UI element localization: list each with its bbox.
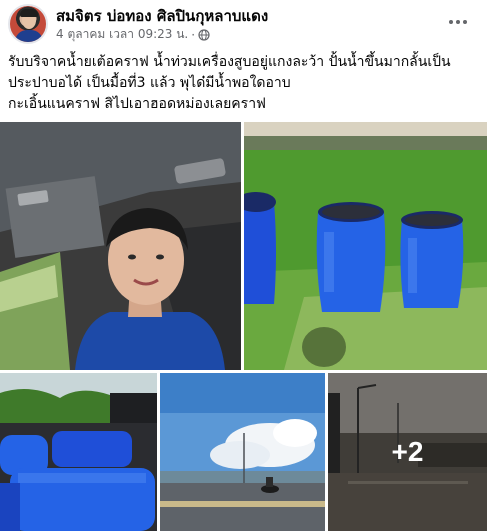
meta-separator: · — [191, 27, 196, 42]
barrels-grass-image — [244, 122, 487, 370]
ellipsis-dot — [456, 20, 460, 24]
barrel-left — [244, 192, 276, 304]
barrel-middle — [316, 202, 386, 312]
post-text-line: กะเอิ้นแนคราฟ สิไปเอาฮอดหม่องเลยคราฟ — [8, 96, 266, 112]
post-text: รับบริจาคน้ำยเต้อคราฟ น้ำท่วมเครื่องสูบอ… — [8, 52, 478, 115]
post-meta: 4 ตุลาคม เวลา 09:23 น. · — [56, 25, 210, 44]
selfie-image — [0, 122, 241, 370]
author-avatar[interactable] — [8, 4, 48, 44]
photo-selfie-in-car[interactable] — [0, 122, 241, 370]
photo-blue-barrels-on-grass[interactable] — [244, 122, 487, 370]
avatar-body — [15, 30, 43, 42]
flooded-road-image — [160, 373, 325, 531]
globe-icon[interactable] — [198, 28, 210, 41]
post-text-line: รับบริจาคน้ำยเต้อคราฟ น้ำท่วมเครื่องสูบอ… — [8, 54, 451, 70]
more-photos-count: +2 — [391, 436, 424, 467]
post-text-line: ประปาบอได้ เป็นมื้อที่3 แล้ว พุได๋มีน้ำพ… — [8, 75, 291, 91]
post-header: สมจิตร บ่อทอง ศิลปินกุหลาบแดง 4 ตุลาคม เ… — [0, 0, 487, 50]
more-photos-overlay[interactable]: +2 — [328, 373, 487, 531]
ellipsis-dot — [449, 20, 453, 24]
photo-flooded-road-motorcycle[interactable] — [160, 373, 325, 531]
photo-blue-barrels-in-truck[interactable] — [0, 373, 157, 531]
avatar-hair — [20, 9, 38, 17]
photo-flooded-street-evening[interactable]: +2 — [328, 373, 487, 531]
ellipsis-icon[interactable] — [442, 8, 474, 36]
post-timestamp[interactable]: 4 ตุลาคม เวลา 09:23 น. — [56, 25, 188, 44]
ellipsis-dot — [463, 20, 467, 24]
barrel-right — [400, 211, 464, 308]
barrels-truck-image — [0, 373, 157, 531]
